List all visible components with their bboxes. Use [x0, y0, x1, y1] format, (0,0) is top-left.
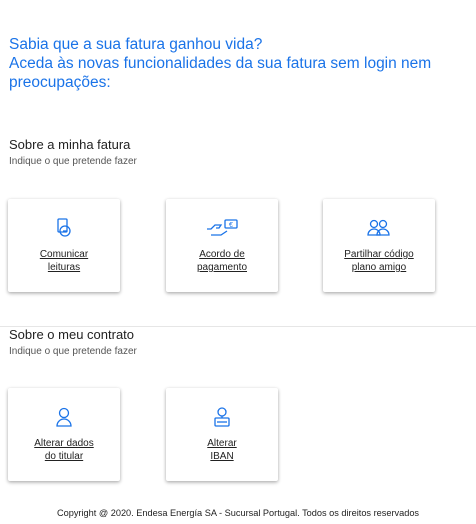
meter-reading-icon — [8, 217, 120, 239]
payment-agreement-card[interactable]: € Acordo de pagamento — [166, 199, 278, 292]
svg-text:€: € — [229, 222, 233, 229]
intro-text: Sabia que a sua fatura ganhou vida? Aced… — [9, 35, 469, 92]
change-iban-card[interactable]: Alterar IBAN — [166, 388, 278, 481]
change-holder-data-label: Alterar dados do titular — [34, 438, 94, 462]
intro-line-1: Sabia que a sua fatura ganhou vida? — [9, 36, 263, 53]
footer-copyright: Copyright @ 2020. Endesa Energía SA - Su… — [56, 508, 420, 518]
invoice-section-title: Sobre a minha fatura — [9, 137, 131, 152]
payment-agreement-icon: € — [166, 217, 278, 239]
bank-iban-icon — [166, 406, 278, 428]
invoice-section-subtitle: Indique o que pretende fazer — [9, 156, 137, 167]
communicate-readings-label: Comunicar leituras — [39, 249, 89, 273]
change-iban-label: Alterar IBAN — [207, 438, 237, 462]
communicate-readings-card[interactable]: Comunicar leituras — [8, 199, 120, 292]
intro-line-2: Aceda às novas funcionalidades da sua fa… — [9, 55, 432, 91]
share-friend-code-card[interactable]: Partilhar código plano amigo — [323, 199, 435, 292]
change-holder-data-card[interactable]: Alterar dados do titular — [8, 388, 120, 481]
contract-section-title: Sobre o meu contrato — [9, 327, 135, 342]
share-users-icon — [323, 217, 435, 239]
contract-section-subtitle: Indique o que pretende fazer — [9, 346, 137, 357]
payment-agreement-label: Acordo de pagamento — [196, 249, 248, 273]
user-icon — [8, 406, 120, 428]
share-friend-code-label: Partilhar código plano amigo — [344, 249, 414, 273]
